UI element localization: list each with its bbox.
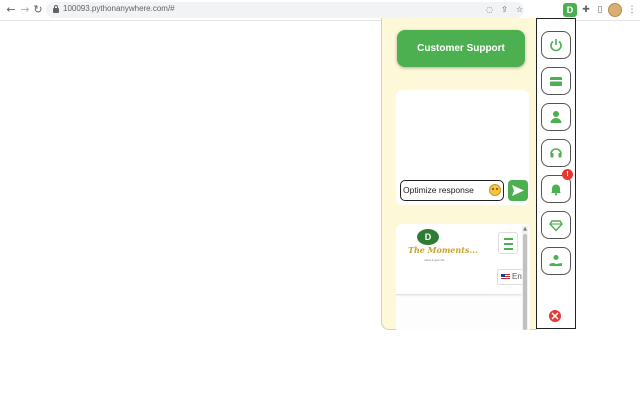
customer-support-button[interactable]: Customer Support	[397, 30, 525, 67]
language-label: En	[512, 272, 522, 281]
preview-scrollbar[interactable]: ▲	[522, 226, 528, 330]
hand-user-icon	[549, 255, 562, 266]
website-preview: D The Moments... nature & green life En	[396, 224, 530, 330]
website-header: D The Moments... nature & green life En	[396, 224, 527, 294]
more-icon[interactable]: ⋮	[625, 3, 639, 17]
url-text[interactable]: 100093.pythonanywhere.com/#	[63, 4, 175, 13]
chat-input[interactable]: Optimize response	[400, 180, 504, 201]
logo-text: The Moments...	[408, 245, 478, 255]
hamburger-menu-icon[interactable]	[498, 232, 518, 254]
hand-user-button[interactable]	[541, 247, 571, 275]
back-icon[interactable]: ←	[4, 3, 18, 17]
address-bar[interactable]: 100093.pythonanywhere.com/# ☆ ⇪ ◌	[46, 2, 524, 18]
close-button[interactable]	[549, 310, 561, 322]
website-logo[interactable]: D The Moments... nature & green life	[408, 229, 478, 263]
emoji-icon[interactable]	[489, 184, 501, 196]
chat-input-value[interactable]: Optimize response	[403, 185, 474, 195]
diamond-icon	[549, 220, 563, 232]
power-button[interactable]	[541, 31, 571, 59]
puzzle-icon[interactable]: ✚	[579, 3, 593, 17]
logo-subtitle: nature & green life	[424, 259, 445, 262]
headset-icon	[550, 148, 562, 158]
star-icon[interactable]: ☆	[514, 4, 525, 15]
eye-off-icon[interactable]: ◌	[484, 4, 495, 15]
send-button[interactable]	[508, 180, 528, 201]
chat-box: Optimize response	[396, 90, 529, 205]
notifications-button[interactable]: !	[541, 169, 573, 203]
extension-active-icon[interactable]: D	[563, 3, 577, 17]
power-icon	[550, 39, 562, 52]
lock-icon[interactable]	[53, 5, 59, 13]
sidepanel-icon[interactable]: ▯	[593, 3, 607, 17]
user-icon	[550, 111, 562, 123]
card-icon	[550, 77, 562, 86]
support-button[interactable]	[541, 139, 571, 167]
diamond-button[interactable]	[541, 211, 571, 239]
send-icon	[512, 185, 524, 196]
notification-badge: !	[562, 169, 573, 180]
close-icon	[551, 312, 559, 320]
extension-panel: Customer Support Optimize response D The…	[381, 18, 537, 330]
share-icon[interactable]: ⇪	[499, 4, 510, 15]
profile-avatar[interactable]	[608, 3, 622, 17]
card-button[interactable]	[541, 67, 571, 95]
forward-icon[interactable]: →	[18, 3, 32, 17]
us-flag-icon	[501, 274, 510, 280]
bell-icon	[551, 184, 561, 196]
scrollbar-thumb[interactable]	[523, 234, 527, 330]
user-button[interactable]	[541, 103, 571, 131]
scroll-up-icon[interactable]: ▲	[522, 226, 528, 232]
logo-mark: D	[417, 229, 439, 245]
icon-sidebar: !	[536, 18, 576, 329]
reload-icon[interactable]: ↻	[31, 3, 45, 17]
